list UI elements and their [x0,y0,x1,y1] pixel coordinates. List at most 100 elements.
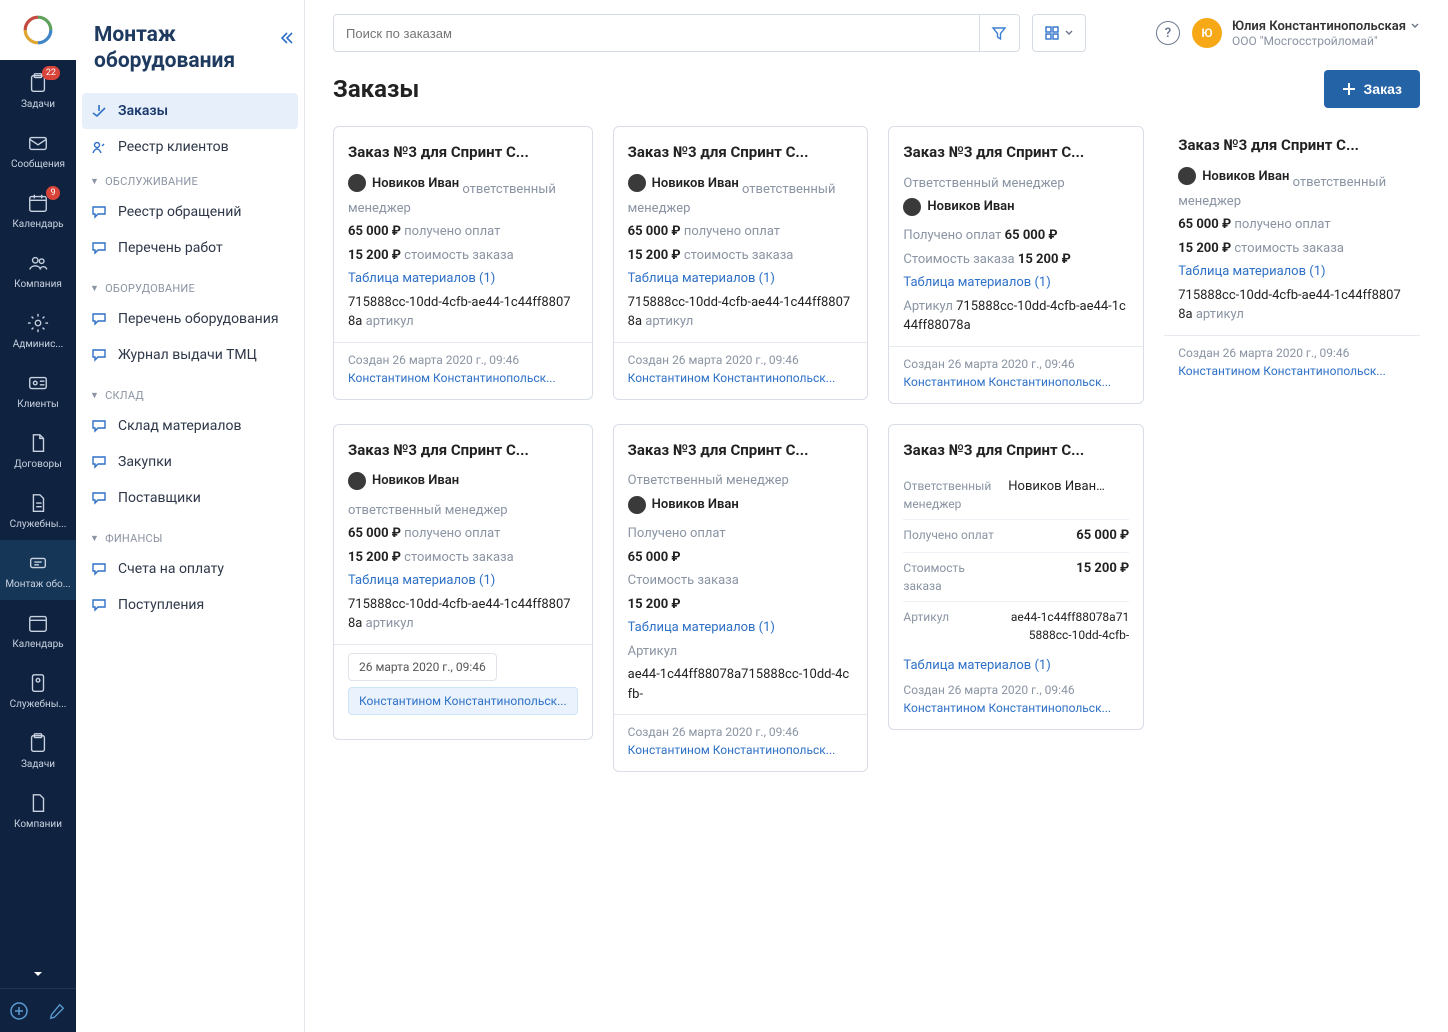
navrail-item-12[interactable]: Компании [0,780,76,840]
sidebar-item[interactable]: Закупки [76,444,304,480]
materials-link[interactable]: Таблица материалов (1) [628,618,854,638]
sidebar-item[interactable]: Журнал выдачи ТМЦ [76,337,304,373]
equip-icon [26,551,50,575]
author-link[interactable]: Константином Константинопольск... [903,373,1129,391]
sidebar-item[interactable]: Поставщики [76,480,304,516]
view-mode-select[interactable] [1032,14,1086,52]
materials-link[interactable]: Таблица материалов (1) [348,571,578,591]
page-title: Заказы [333,75,419,103]
order-card[interactable]: Заказ №3 для Спринт С... Ответственный м… [888,424,1144,731]
manager: Новиков Иван [1178,167,1289,187]
author-link[interactable]: Константином Константинопольск... [628,369,854,387]
navrail-item-11[interactable]: Задачи [0,720,76,780]
navrail-item-9[interactable]: Календарь [0,600,76,660]
chat-icon [90,453,108,471]
materials-link[interactable]: Таблица материалов (1) [1178,262,1406,282]
order-title: Заказ №3 для Спринт С... [903,439,1129,462]
sidebar-section-title[interactable]: ▼ОБОРУДОВАНИЕ [76,272,304,301]
navrail-item-4[interactable]: Админис... [0,300,76,360]
sidebar-section-title[interactable]: ▼СКЛАД [76,379,304,408]
chat-icon [90,417,108,435]
materials-link[interactable]: Таблица материалов (1) [903,273,1129,293]
navrail-item-5[interactable]: Клиенты [0,360,76,420]
doc-icon [26,431,50,455]
manager: Новиков Иван [348,471,459,491]
created-chip: 26 марта 2020 г., 09:46 [348,653,497,681]
user-menu[interactable]: Ю Юлия Константинопольская ООО "Мосгосст… [1192,18,1420,48]
calendar2-icon [26,611,50,635]
order-card[interactable]: Заказ №3 для Спринт С... Ответственный м… [613,424,869,772]
order-card[interactable]: Заказ №3 для Спринт С... Новиков Иван от… [613,126,869,400]
sidebar-item[interactable]: Заказы [82,93,298,129]
materials-link[interactable]: Таблица материалов (1) [348,269,578,289]
doc2-icon [26,491,50,515]
navrail-item-6[interactable]: Договоры [0,420,76,480]
manager: Новиков Иван [628,495,739,515]
avatar-icon [348,174,366,192]
chat-icon [90,203,108,221]
sidebar-item[interactable]: Склад материалов [76,408,304,444]
sidebar: Монтаж оборудования ЗаказыРеестр клиенто… [76,0,305,1032]
materials-link[interactable]: Таблица материалов (1) [628,269,854,289]
add-button[interactable] [7,999,31,1023]
nav-rail: Задачи22СообщенияКалендарь9КомпанияАдмин… [0,0,76,1032]
chat-icon [90,489,108,507]
materials-link[interactable]: Таблица материалов (1) [903,656,1129,676]
order-card[interactable]: Заказ №3 для Спринт С... Ответственный м… [888,126,1144,404]
order-title: Заказ №3 для Спринт С... [628,439,854,462]
sidebar-section-title[interactable]: ▼ОБСЛУЖИВАНИЕ [76,165,304,194]
sidebar-item[interactable]: Счета на оплату [76,551,304,587]
sidebar-section-title[interactable]: ▼ФИНАНСЫ [76,522,304,551]
sidebar-item[interactable]: Перечень работ [76,230,304,266]
manager: Новиков Иван [348,174,459,194]
avatar-icon [628,496,646,514]
chat-icon [90,346,108,364]
order-title: Заказ №3 для Спринт С... [348,439,578,462]
search-input[interactable] [334,26,979,41]
sidebar-item[interactable]: Реестр обращений [76,194,304,230]
order-title: Заказ №3 для Спринт С... [628,141,854,164]
chat-icon [90,596,108,614]
navrail-item-8[interactable]: Монтаж обо... [0,540,76,600]
order-card[interactable]: Заказ №3 для Спринт С... Новиков Иван от… [333,424,593,740]
help-button[interactable]: ? [1156,21,1180,45]
order-card[interactable]: Заказ №3 для Спринт С... Новиков Иван от… [333,126,593,400]
app-logo[interactable] [0,0,76,60]
order-title: Заказ №3 для Спринт С... [1178,134,1406,157]
manager: Новиков Иван [628,174,739,194]
avatar-icon [1178,167,1196,185]
navrail-item-0[interactable]: Задачи22 [0,60,76,120]
sidebar-title: Монтаж оборудования [76,0,304,93]
author-chip[interactable]: Константином Константинопольск... [348,687,578,715]
orders-icon [90,102,108,120]
author-link[interactable]: Константином Константинопольск... [348,369,578,387]
collapse-sidebar-button[interactable] [278,30,294,46]
add-order-button[interactable]: Заказ [1324,70,1420,108]
navrail-item-10[interactable]: Служебны... [0,660,76,720]
nav-more[interactable] [0,960,76,988]
user-avatar: Ю [1192,18,1222,48]
settings-button[interactable] [45,999,69,1023]
filter-button[interactable] [979,14,1019,52]
sidebar-item[interactable]: Поступления [76,587,304,623]
author-link[interactable]: Константином Константинопольск... [1178,362,1406,380]
navrail-item-3[interactable]: Компания [0,240,76,300]
navrail-item-1[interactable]: Сообщения [0,120,76,180]
badge: 22 [42,66,60,80]
sidebar-item[interactable]: Перечень оборудования [76,301,304,337]
order-card[interactable]: Заказ №3 для Спринт С... Новиков Иван от… [1164,126,1420,392]
users-icon [26,251,50,275]
main: ? Ю Юлия Константинопольская ООО "Мосгос… [305,0,1448,1032]
badge: 9 [46,186,60,200]
chat-icon [90,310,108,328]
doc3-icon [26,791,50,815]
avatar-icon [348,472,366,490]
author-link[interactable]: Константином Константинопольск... [903,699,1129,717]
navrail-item-7[interactable]: Служебны... [0,480,76,540]
author-link[interactable]: Константином Константинопольск... [628,741,854,759]
chat-icon [90,239,108,257]
manager: Новиков Иван [903,197,1014,217]
navrail-item-2[interactable]: Календарь9 [0,180,76,240]
chat-icon [90,560,108,578]
sidebar-item[interactable]: Реестр клиентов [76,129,304,165]
